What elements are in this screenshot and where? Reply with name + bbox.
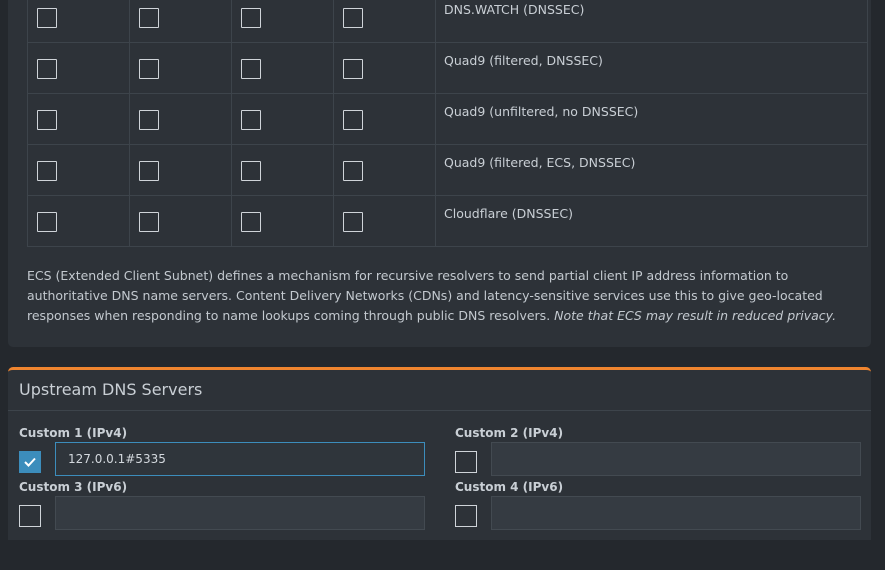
custom-1-checkbox[interactable] <box>19 451 41 473</box>
table-row: Cloudflare (DNSSEC) <box>27 195 868 247</box>
resolver-name: Quad9 (unfiltered, no DNSSEC) <box>435 93 868 145</box>
ipv4-checkbox-2[interactable] <box>139 161 159 181</box>
table-row: Quad9 (filtered, DNSSEC) <box>27 42 868 94</box>
ipv4-checkbox-2[interactable] <box>139 110 159 130</box>
custom-1-label: Custom 1 (IPv4) <box>19 426 128 440</box>
resolver-name: Cloudflare (DNSSEC) <box>435 195 868 247</box>
dns-servers-panel: DNS.WATCH (DNSSEC) Quad9 (filtered, DNSS… <box>8 0 871 347</box>
custom-1-input[interactable] <box>55 442 425 476</box>
ipv6-checkbox-1[interactable] <box>241 8 261 28</box>
table-row: Quad9 (unfiltered, no DNSSEC) <box>27 93 868 145</box>
custom-4-label: Custom 4 (IPv6) <box>455 480 564 494</box>
upstream-dns-servers-box: Upstream DNS Servers Custom 1 (IPv4) Cus… <box>8 367 871 540</box>
custom-3-input[interactable] <box>55 496 425 530</box>
custom-2-label: Custom 2 (IPv4) <box>455 426 564 440</box>
ipv4-checkbox-2[interactable] <box>139 8 159 28</box>
custom-2-checkbox[interactable] <box>455 451 477 473</box>
ipv6-checkbox-2[interactable] <box>343 8 363 28</box>
ipv4-checkbox-2[interactable] <box>139 59 159 79</box>
ipv6-checkbox-1[interactable] <box>241 212 261 232</box>
box-title: Upstream DNS Servers <box>19 380 203 399</box>
ipv4-checkbox-2[interactable] <box>139 212 159 232</box>
ipv6-checkbox-2[interactable] <box>343 212 363 232</box>
custom-4-checkbox[interactable] <box>455 505 477 527</box>
ipv6-checkbox-1[interactable] <box>241 59 261 79</box>
ipv4-checkbox-1[interactable] <box>37 161 57 181</box>
ipv4-checkbox-1[interactable] <box>37 59 57 79</box>
custom-2-input[interactable] <box>491 442 861 476</box>
ipv6-checkbox-1[interactable] <box>241 110 261 130</box>
ipv4-checkbox-1[interactable] <box>37 8 57 28</box>
ipv4-checkbox-1[interactable] <box>37 212 57 232</box>
ecs-description: ECS (Extended Client Subnet) defines a m… <box>27 266 872 326</box>
resolver-name: DNS.WATCH (DNSSEC) <box>435 0 868 43</box>
resolver-name: Quad9 (filtered, DNSSEC) <box>435 42 868 94</box>
custom-3-label: Custom 3 (IPv6) <box>19 480 128 494</box>
custom-3-field: Custom 3 (IPv6) <box>19 480 425 570</box>
table-row: Quad9 (filtered, ECS, DNSSEC) <box>27 144 868 196</box>
divider <box>8 410 871 411</box>
upstream-dns-table: DNS.WATCH (DNSSEC) Quad9 (filtered, DNSS… <box>27 0 868 247</box>
ipv6-checkbox-2[interactable] <box>343 161 363 181</box>
ecs-privacy-note: Note that ECS may result in reduced priv… <box>554 308 837 323</box>
ipv6-checkbox-2[interactable] <box>343 59 363 79</box>
ipv6-checkbox-1[interactable] <box>241 161 261 181</box>
check-icon <box>24 457 36 467</box>
table-row: DNS.WATCH (DNSSEC) <box>27 0 868 43</box>
custom-3-checkbox[interactable] <box>19 505 41 527</box>
custom-4-input[interactable] <box>491 496 861 530</box>
resolver-name: Quad9 (filtered, ECS, DNSSEC) <box>435 144 868 196</box>
custom-4-field: Custom 4 (IPv6) <box>455 480 861 570</box>
ipv6-checkbox-2[interactable] <box>343 110 363 130</box>
ipv4-checkbox-1[interactable] <box>37 110 57 130</box>
